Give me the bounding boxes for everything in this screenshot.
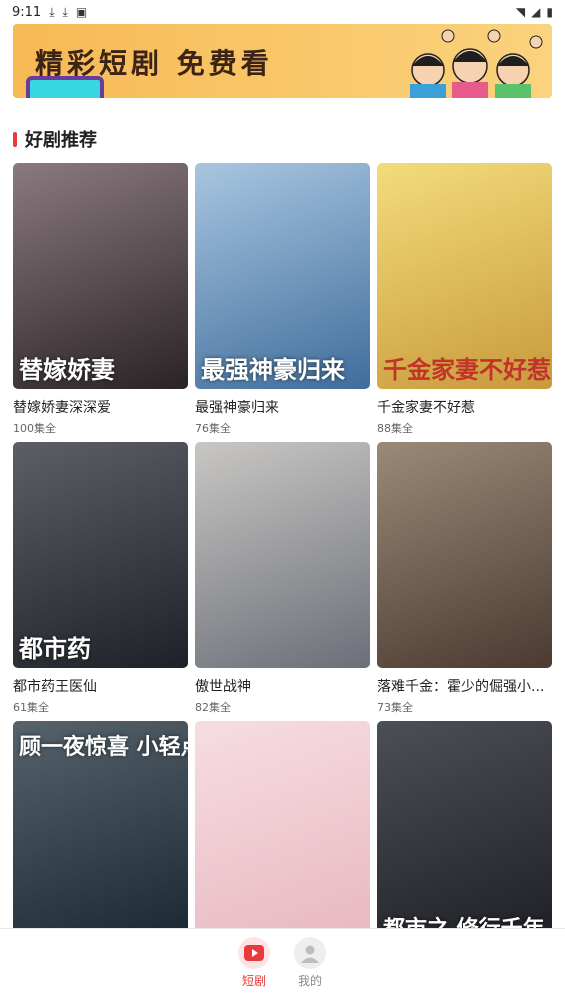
cover-title-art: 都市药 (19, 634, 91, 663)
drama-cover[interactable] (377, 442, 552, 668)
signal-icon: ◢ (531, 5, 541, 19)
drama-card[interactable]: 都市药 都市药王医仙 61集全 (13, 442, 188, 715)
drama-card[interactable]: 傲世战神 82集全 (195, 442, 370, 715)
battery-icon: ▮ (546, 5, 553, 19)
nav-label: 短剧 (241, 974, 266, 988)
drama-title[interactable]: 都市药王医仙 (13, 676, 188, 696)
drama-cover[interactable]: 最强神豪归来 (195, 163, 370, 389)
section-title: 好剧推荐 (25, 130, 97, 151)
drama-title[interactable]: 替嫁娇妻深深爱 (13, 397, 188, 417)
nav-icon-wrap (238, 937, 270, 969)
drama-title[interactable]: 千金家妻不好惹 (377, 397, 552, 417)
status-time: 9:11 (12, 4, 42, 20)
nav-icon-wrap (294, 937, 326, 969)
drama-episodes: 76集全 (195, 422, 231, 435)
wifi-icon: ◥ (515, 5, 526, 19)
cheering-people-illustration (410, 29, 543, 98)
drama-card[interactable] (195, 721, 370, 958)
user-icon (301, 945, 319, 963)
drama-cover[interactable]: 顾一夜惊喜 小轻点爱 (13, 721, 188, 947)
drama-episodes: 100集全 (13, 422, 56, 435)
drama-card[interactable]: 落难千金：霍少的倔强小... 73集全 (377, 442, 552, 715)
app-notification-icon: ▣ (75, 5, 88, 19)
drama-episodes: 61集全 (13, 701, 49, 714)
drama-title[interactable]: 最强神豪归来 (195, 397, 370, 417)
nav-label: 我的 (297, 974, 322, 988)
drama-cover[interactable]: 都市药 (13, 442, 188, 668)
download-icon: ⤓ (62, 5, 68, 19)
bottom-nav: 短剧 我的 (0, 928, 565, 1005)
drama-cover[interactable]: 都市之 修行千年 (377, 721, 552, 947)
drama-card[interactable]: 替嫁娇妻 替嫁娇妻深深爱 100集全 (13, 163, 188, 436)
nav-item-profile[interactable]: 我的 (280, 937, 340, 989)
tv-illustration (26, 76, 104, 98)
drama-card[interactable]: 都市之 修行千年 (377, 721, 552, 958)
drama-card[interactable]: 最强神豪归来 最强神豪归来 76集全 (195, 163, 370, 436)
cover-title-art: 最强神豪归来 (201, 355, 345, 384)
drama-title[interactable]: 傲世战神 (195, 676, 370, 696)
drama-card[interactable]: 千金家妻不好惹 千金家妻不好惹 88集全 (377, 163, 552, 436)
download-icon: ⤓ (49, 5, 55, 19)
status-right: ◥ ◢ ▮ (516, 6, 553, 18)
cover-title-art: 替嫁娇妻 (19, 355, 115, 384)
drama-cover[interactable]: 替嫁娇妻 (13, 163, 188, 389)
drama-title[interactable]: 落难千金：霍少的倔强小... (377, 676, 552, 696)
drama-episodes: 82集全 (195, 701, 231, 714)
section-accent-bar (13, 131, 17, 147)
play-icon (244, 945, 264, 961)
cover-title-art: 顾一夜惊喜 小轻点爱 (19, 734, 188, 760)
drama-cover[interactable] (195, 442, 370, 668)
drama-episodes: 73集全 (377, 701, 413, 714)
status-bar: 9:11 ⤓ ⤓ ▣ ◥ ◢ ▮ (0, 0, 565, 24)
drama-episodes: 88集全 (377, 422, 413, 435)
section-header: 好剧推荐 (13, 126, 97, 152)
nav-item-shorts[interactable]: 短剧 (224, 937, 284, 989)
drama-card[interactable]: 顾一夜惊喜 小轻点爱 (13, 721, 188, 958)
promo-banner[interactable]: 精彩短剧 免费看 (13, 24, 552, 98)
drama-cover[interactable]: 千金家妻不好惹 (377, 163, 552, 389)
drama-cover[interactable] (195, 721, 370, 947)
status-left: 9:11 ⤓ ⤓ ▣ (12, 5, 87, 20)
cover-title-art: 千金家妻不好惹 (383, 355, 551, 384)
